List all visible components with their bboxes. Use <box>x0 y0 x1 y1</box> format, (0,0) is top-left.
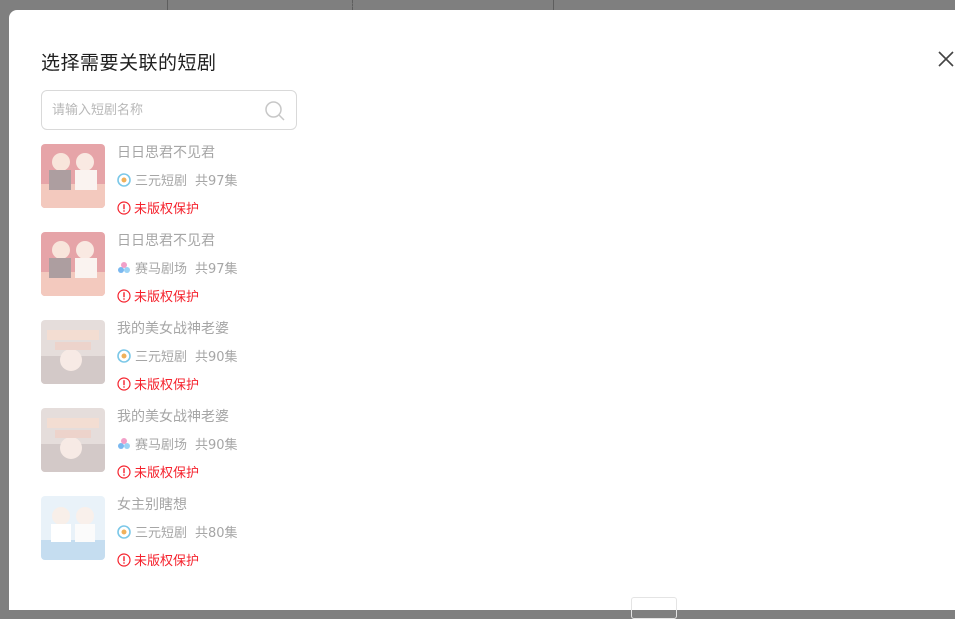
episode-count: 共97集 <box>195 262 238 277</box>
drama-cover-image <box>41 320 105 384</box>
search-input[interactable] <box>52 91 252 129</box>
platform-name: 三元短剧 <box>135 526 188 541</box>
search-icon[interactable] <box>264 100 286 122</box>
drama-title: 我的美女战神老婆 <box>117 409 229 425</box>
drama-meta: 赛马剧场 共97集 <box>117 258 238 277</box>
warning-circle-icon <box>117 552 131 567</box>
platform-name: 三元短剧 <box>135 350 188 365</box>
copyright-status-text: 未版权保护 <box>134 202 200 217</box>
episode-count: 共97集 <box>195 174 238 189</box>
copyright-status-text: 未版权保护 <box>134 290 200 305</box>
platform-name: 赛马剧场 <box>135 438 188 453</box>
modal-title: 选择需要关联的短剧 <box>41 52 217 74</box>
drama-list-item[interactable]: 日日思君不见君 赛马剧场 共97集 未版权保护 <box>41 230 341 305</box>
drama-title: 我的美女战神老婆 <box>117 321 229 337</box>
saima-logo-icon <box>118 437 130 449</box>
drama-meta: 三元短剧 共90集 <box>117 346 238 365</box>
drama-cover-image <box>41 496 105 560</box>
select-drama-modal: 选择需要关联的短剧 日日思君不见君 <box>9 10 955 619</box>
drama-title: 日日思君不见君 <box>117 145 215 161</box>
close-button[interactable] <box>935 48 955 70</box>
close-icon <box>938 51 954 67</box>
background-divider <box>553 0 554 10</box>
drama-list-item[interactable]: 女主别瞎想 三元短剧 共80集 未版权保护 <box>41 494 341 569</box>
drama-cover-image <box>41 144 105 208</box>
copyright-status: 未版权保护 <box>117 198 199 217</box>
drama-cover-image <box>41 232 105 296</box>
copyright-status-text: 未版权保护 <box>134 466 200 481</box>
warning-circle-icon <box>117 464 131 479</box>
drama-title: 女主别瞎想 <box>117 497 187 513</box>
background-divider <box>167 0 168 10</box>
copyright-status: 未版权保护 <box>117 286 199 305</box>
warning-circle-icon <box>117 376 131 391</box>
drama-list-item[interactable]: 我的美女战神老婆 赛马剧场 共90集 未版权保护 <box>41 406 341 481</box>
platform-name: 三元短剧 <box>135 174 188 189</box>
sanyuan-logo-icon <box>117 348 131 363</box>
copyright-status: 未版权保护 <box>117 550 199 569</box>
saima-logo-icon <box>118 261 130 273</box>
drama-meta: 三元短剧 共80集 <box>117 522 238 541</box>
sanyuan-logo-icon <box>117 524 131 539</box>
episode-count: 共90集 <box>195 350 238 365</box>
warning-circle-icon <box>117 200 131 215</box>
copyright-status: 未版权保护 <box>117 462 199 481</box>
drama-list-item[interactable]: 我的美女战神老婆 三元短剧 共90集 未版权保护 <box>41 318 341 393</box>
platform-name: 赛马剧场 <box>135 262 188 277</box>
pagination-control[interactable] <box>631 597 677 619</box>
copyright-status-text: 未版权保护 <box>134 554 200 569</box>
episode-count: 共80集 <box>195 526 238 541</box>
copyright-status-text: 未版权保护 <box>134 378 200 393</box>
search-box[interactable] <box>41 90 297 130</box>
episode-count: 共90集 <box>195 438 238 453</box>
warning-circle-icon <box>117 288 131 303</box>
drama-list-item[interactable]: 日日思君不见君 三元短剧 共97集 未版权保护 <box>41 142 341 217</box>
drama-meta: 三元短剧 共97集 <box>117 170 238 189</box>
background-divider <box>352 0 353 10</box>
copyright-status: 未版权保护 <box>117 374 199 393</box>
drama-title: 日日思君不见君 <box>117 233 215 249</box>
sanyuan-logo-icon <box>117 172 131 187</box>
drama-cover-image <box>41 408 105 472</box>
drama-meta: 赛马剧场 共90集 <box>117 434 238 453</box>
